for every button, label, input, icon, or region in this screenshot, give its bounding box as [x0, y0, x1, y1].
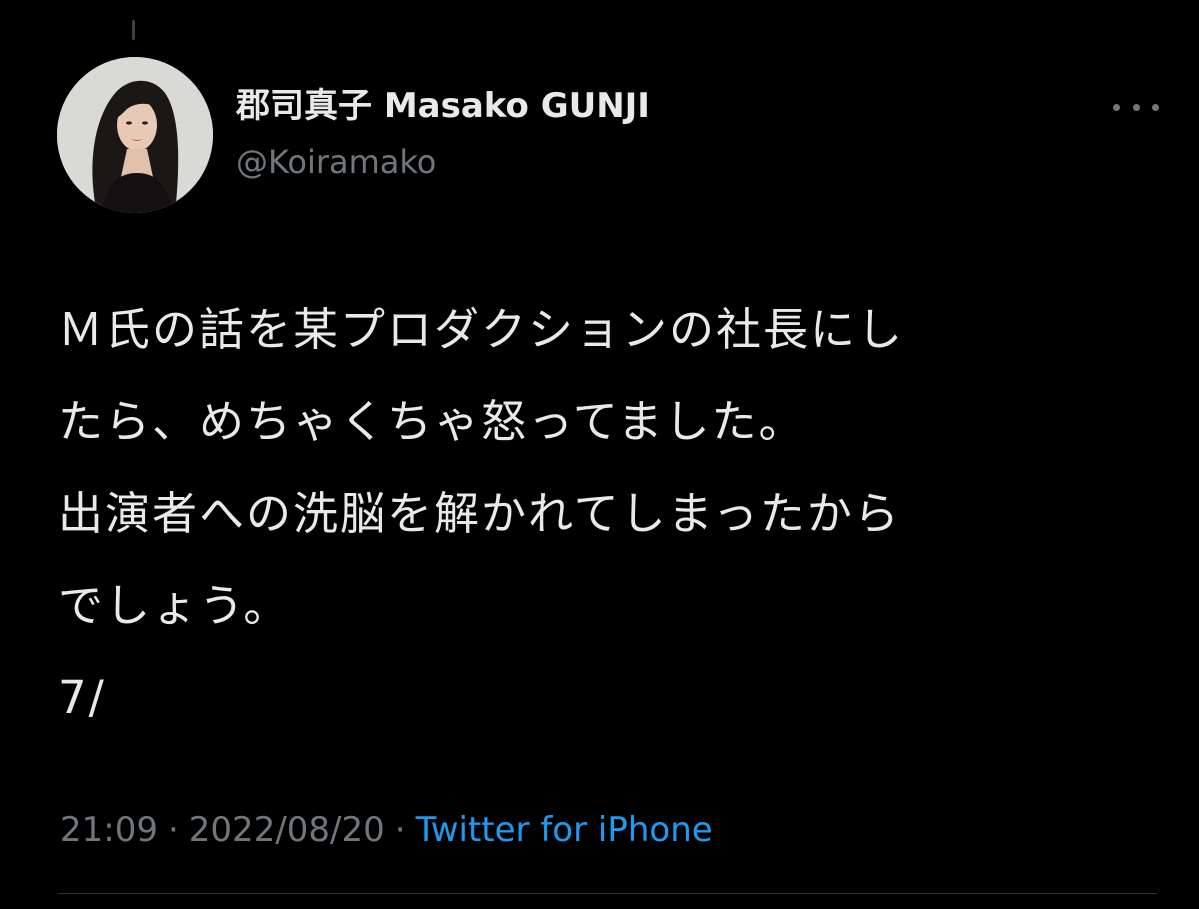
more-horizontal-icon — [1113, 103, 1120, 111]
tweet-text-line: でしょう。 — [58, 579, 291, 632]
avatar[interactable] — [57, 57, 213, 213]
tweet-date[interactable]: 2022/08/20 — [189, 810, 385, 850]
tweet-text-line: たら、めちゃくちゃ怒ってました。 — [58, 395, 806, 448]
author-info[interactable]: 郡司真子 Masako GUNJI @Koiramako — [236, 84, 650, 184]
more-options-button[interactable] — [1113, 96, 1159, 118]
author-handle[interactable]: @Koiramako — [236, 140, 650, 184]
tweet-source-link[interactable]: Twitter for iPhone — [416, 810, 713, 850]
more-horizontal-icon-dot — [1152, 103, 1159, 111]
tweet-text-line: 出演者への洗脳を解かれてしまったから — [58, 487, 901, 540]
meta-separator: · — [394, 810, 406, 850]
tweet-text-line: Ｍ氏の話を某プロダクションの社長にし — [58, 303, 905, 356]
tweet-text: Ｍ氏の話を某プロダクションの社長にし たら、めちゃくちゃ怒ってました。 出演者へ… — [58, 284, 1168, 744]
author-display-name[interactable]: 郡司真子 Masako GUNJI — [236, 84, 650, 128]
divider — [58, 893, 1157, 894]
more-horizontal-icon-dot — [1132, 103, 1140, 111]
tweet-thread-number: 7/ — [58, 671, 106, 724]
thread-connector-line — [132, 20, 135, 40]
meta-separator: · — [167, 810, 179, 850]
tweet-time[interactable]: 21:09 — [60, 810, 158, 850]
tweet-meta: 21:09 · 2022/08/20 · Twitter for iPhone — [60, 806, 713, 854]
avatar-image — [57, 57, 213, 213]
